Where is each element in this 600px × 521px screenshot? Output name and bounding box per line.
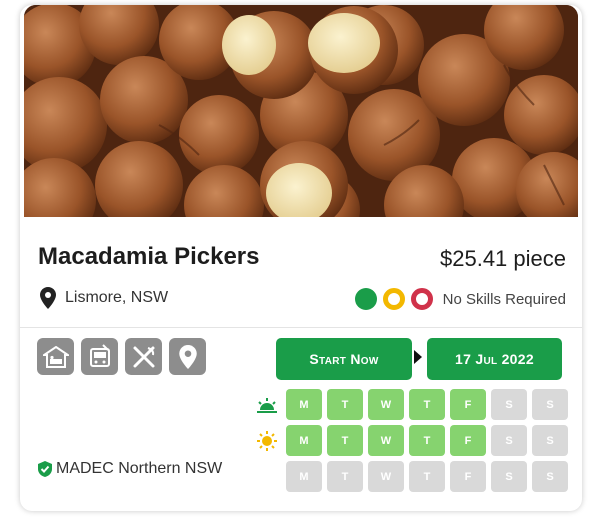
- day-night-fri[interactable]: F: [450, 461, 486, 492]
- start-date-button[interactable]: 17 Jul 2022: [427, 338, 562, 380]
- day-night-sat[interactable]: S: [491, 461, 527, 492]
- skill-dot-green-icon: [354, 288, 377, 310]
- sun-icon: [254, 428, 280, 454]
- availability-schedule: M T W T F S S M T W T F S S M T W T F S …: [254, 389, 568, 497]
- schedule-row-morning: M T W T F S S: [254, 389, 568, 420]
- day-morning-wed[interactable]: W: [368, 389, 404, 420]
- day-night-sun[interactable]: S: [532, 461, 568, 492]
- job-price: $25.41 piece: [440, 246, 566, 271]
- map-marker-icon: [40, 287, 56, 309]
- accommodation-icon: [37, 338, 74, 375]
- day-morning-tue[interactable]: T: [327, 389, 363, 420]
- day-night-thu[interactable]: T: [409, 461, 445, 492]
- location-pin-icon: [169, 338, 206, 375]
- arrow-right-icon: [414, 350, 422, 364]
- day-day-fri[interactable]: F: [450, 425, 486, 456]
- macadamia-image: [24, 5, 578, 217]
- skill-dot-yellow-icon: [382, 288, 405, 310]
- job-photo: [24, 5, 578, 217]
- location-label: Lismore, NSW: [65, 289, 169, 306]
- day-morning-thu[interactable]: T: [409, 389, 445, 420]
- job-card[interactable]: Macadamia Pickers $25.41 piece Lismore, …: [20, 5, 582, 511]
- sunrise-icon: [254, 392, 280, 418]
- day-day-sat[interactable]: S: [491, 425, 527, 456]
- day-morning-fri[interactable]: F: [450, 389, 486, 420]
- schedule-row-day: M T W T F S S: [254, 425, 568, 456]
- day-day-thu[interactable]: T: [409, 425, 445, 456]
- day-night-mon[interactable]: M: [286, 461, 322, 492]
- job-location: Lismore, NSW: [40, 287, 168, 309]
- amenities: [37, 338, 206, 375]
- day-morning-mon[interactable]: M: [286, 389, 322, 420]
- employer: MADEC Northern NSW: [38, 460, 222, 478]
- day-day-sun[interactable]: S: [532, 425, 568, 456]
- skill-level-indicator: No Skills Required: [354, 288, 566, 310]
- day-night-tue[interactable]: T: [327, 461, 363, 492]
- start-now-button[interactable]: Start Now: [276, 338, 412, 380]
- employer-name: MADEC Northern NSW: [56, 460, 223, 477]
- verified-shield-icon: [38, 461, 52, 477]
- meals-icon: [125, 338, 162, 375]
- moon-icon: [254, 464, 280, 490]
- day-day-tue[interactable]: T: [327, 425, 363, 456]
- skills-label: No Skills Required: [442, 290, 566, 308]
- day-day-mon[interactable]: M: [286, 425, 322, 456]
- skill-dot-red-icon: [410, 288, 433, 310]
- job-title: Macadamia Pickers: [38, 243, 260, 270]
- divider: [20, 327, 582, 328]
- day-morning-sat[interactable]: S: [491, 389, 527, 420]
- day-night-wed[interactable]: W: [368, 461, 404, 492]
- transport-icon: [81, 338, 118, 375]
- day-morning-sun[interactable]: S: [532, 389, 568, 420]
- schedule-row-night: M T W T F S S: [254, 461, 568, 492]
- day-day-wed[interactable]: W: [368, 425, 404, 456]
